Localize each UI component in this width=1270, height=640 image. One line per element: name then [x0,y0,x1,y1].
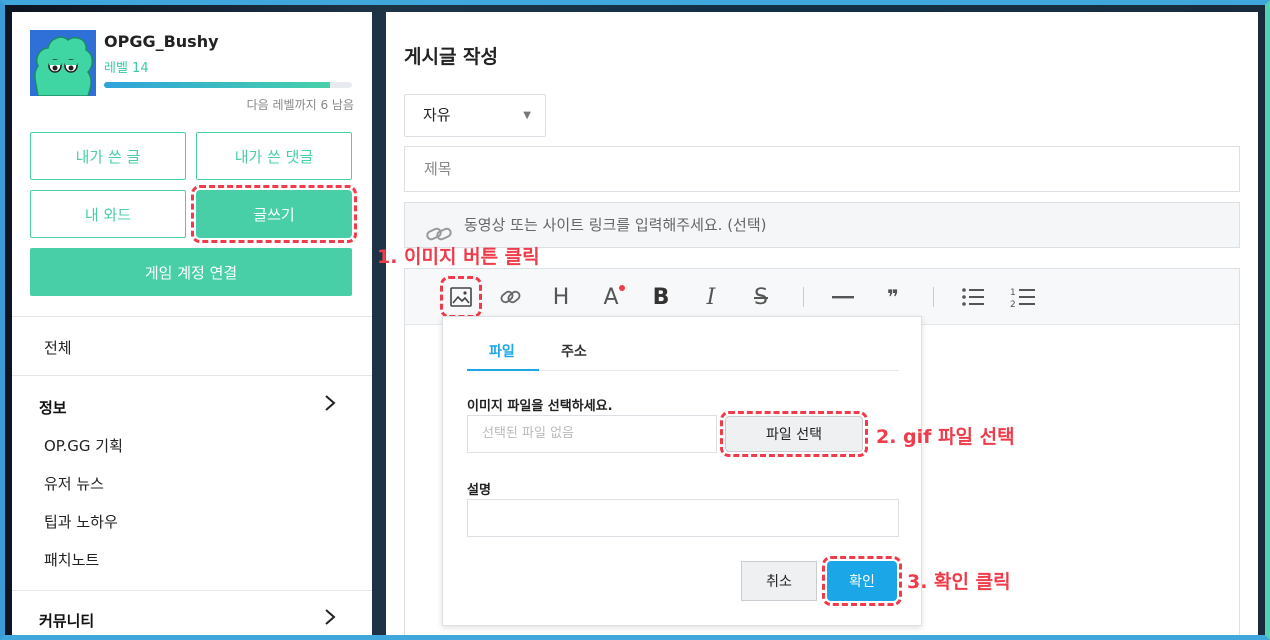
file-label: 이미지 파일을 선택하세요. [467,399,613,414]
level-progress-bar [104,82,352,88]
sidebar: OPGG_Bushy 레벨 14 다음 레벨까지 6 남음 내가 쓴 글 내가 … [12,12,372,640]
tab-file[interactable]: 파일 [489,341,515,361]
horizontal-rule-icon[interactable] [827,281,859,313]
description-input[interactable] [467,499,899,537]
toolbar-separator [933,287,934,307]
image-icon[interactable] [440,276,482,318]
italic-icon[interactable]: I [695,281,727,313]
svg-text:2: 2 [1010,300,1016,308]
title-input[interactable]: 제목 [404,146,1240,192]
menu-header-info[interactable]: 정보 [39,397,67,418]
link-game-account-button[interactable]: 게임 계정 연결 [30,248,352,296]
chevron-right-icon[interactable] [324,394,336,417]
category-select[interactable]: 자유 ▼ [404,94,546,137]
cancel-button[interactable]: 취소 [741,561,817,601]
username: OPGG_Bushy [104,32,219,51]
divider [12,590,372,591]
my-posts-button[interactable]: 내가 쓴 글 [30,132,186,180]
file-name-field: 선택된 파일 없음 [467,415,717,453]
svg-text:1: 1 [1010,288,1016,298]
link-icon [425,216,453,241]
my-wow-button[interactable]: 내 와드 [30,190,186,238]
heading-icon[interactable]: H [545,281,577,313]
toolbar-separator [803,287,804,307]
numbered-list-icon[interactable]: 12 [1007,281,1039,313]
annotation-step2: 2. gif 파일 선택 [876,426,1015,448]
menu-item-opgg-plan[interactable]: OP.GG 기획 [44,435,123,456]
my-comments-button[interactable]: 내가 쓴 댓글 [196,132,352,180]
divider [12,375,372,376]
next-level-text: 다음 레벨까지 6 남음 [246,98,354,112]
link-placeholder: 동영상 또는 사이트 링크를 입력해주세요. (선택) [464,216,767,234]
quote-icon[interactable]: ❞ [877,281,909,313]
divider [12,316,372,317]
bold-icon[interactable]: B [645,281,677,313]
image-upload-popup: 파일 주소 이미지 파일을 선택하세요. 선택된 파일 없음 파일 선택 설명 … [442,316,922,626]
popup-tabs: 파일 주소 [467,335,899,371]
menu-item-user-news[interactable]: 유저 뉴스 [44,473,104,494]
level-label: 레벨 14 [104,61,149,76]
menu-item-tips[interactable]: 팁과 노하우 [44,511,118,532]
bullet-list-icon[interactable] [957,281,989,313]
write-post-button[interactable]: 글쓰기 [191,185,357,243]
menu-header-community[interactable]: 커뮤니티 [39,610,94,631]
description-label: 설명 [467,483,491,498]
annotation-step3: 3. 확인 클릭 [907,571,1011,593]
tab-url[interactable]: 주소 [561,341,587,361]
annotation-step1: 1. 이미지 버튼 클릭 [377,246,540,268]
active-tab-indicator [467,369,539,371]
text-color-icon[interactable]: A [595,281,627,313]
profile-card: OPGG_Bushy 레벨 14 다음 레벨까지 6 남음 [30,30,354,120]
chevron-right-icon[interactable] [324,608,336,631]
avatar [30,30,96,96]
choose-file-button[interactable]: 파일 선택 [720,411,868,457]
menu-item-all[interactable]: 전체 [44,337,72,358]
link-icon[interactable] [495,281,527,313]
caret-down-icon: ▼ [523,110,531,121]
menu-item-patch-notes[interactable]: 패치노트 [44,549,99,570]
level-progress-fill [104,82,330,88]
category-value: 자유 [423,106,451,124]
page-title: 게시글 작성 [404,46,499,68]
confirm-button[interactable]: 확인 [822,556,902,606]
strikethrough-icon[interactable]: S [745,281,777,313]
